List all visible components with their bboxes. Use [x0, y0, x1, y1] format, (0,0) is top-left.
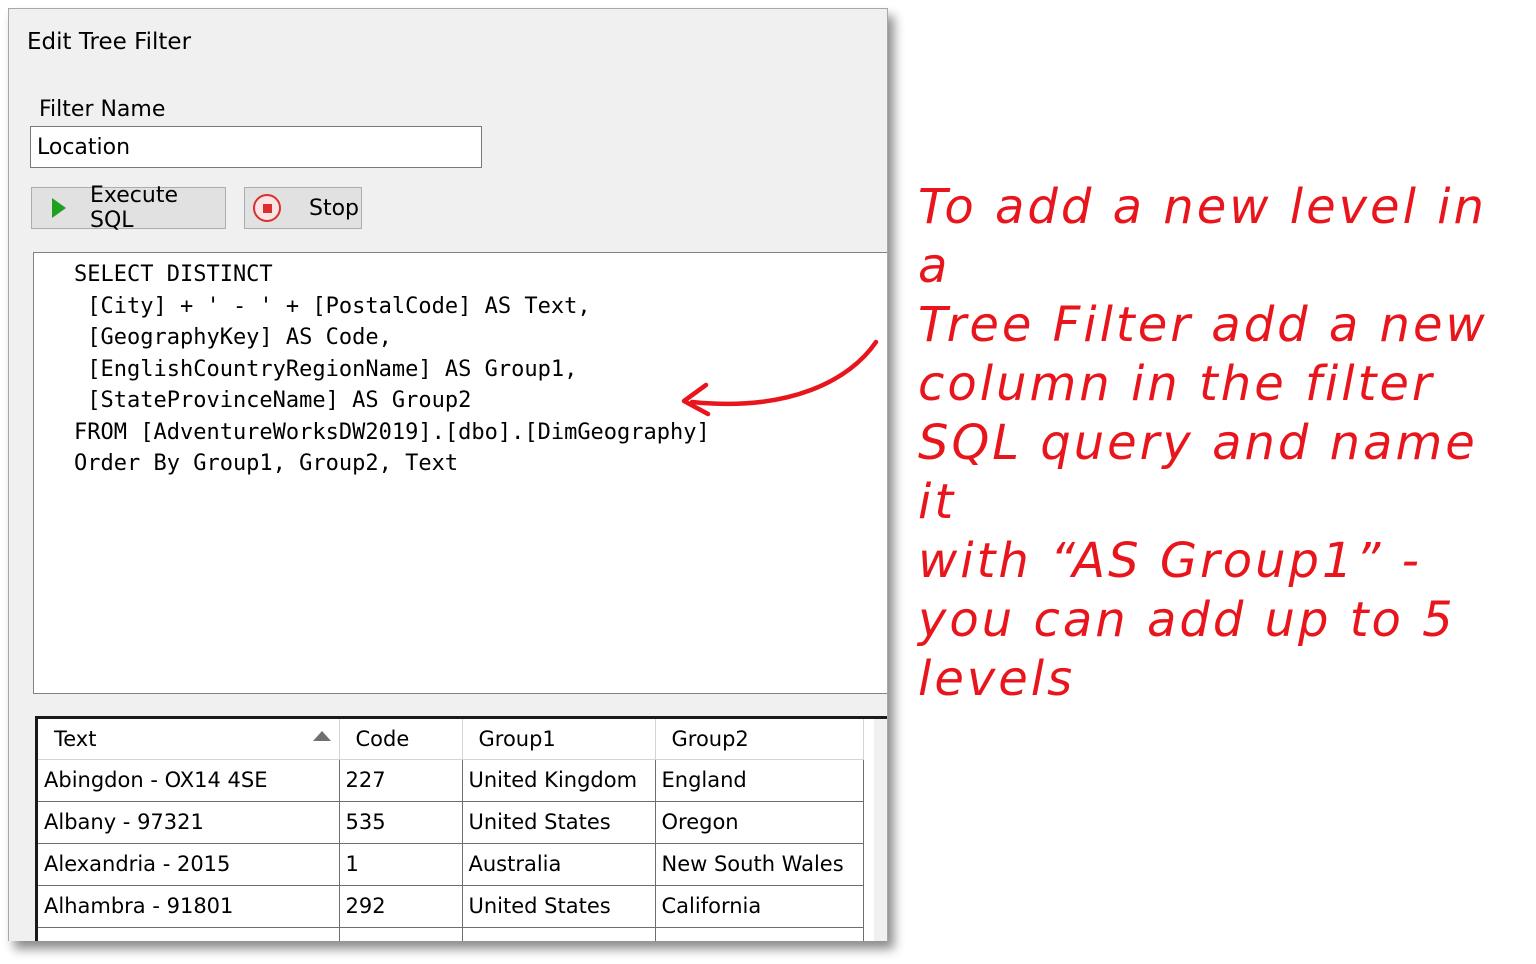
cell-code: 292 [339, 885, 463, 928]
annotation-text: To add a new level in a Tree Filter add a… [918, 178, 1530, 709]
cell-group2: California [655, 885, 864, 928]
sql-line: [City] + ' - ' + [PostalCode] AS Text, [74, 293, 591, 319]
cell-code [339, 927, 463, 941]
cell-group2 [655, 927, 864, 941]
annotation-line: SQL query and name it [918, 415, 1478, 530]
table-row[interactable]: Alhambra - 91801 292 United States Calif… [38, 885, 864, 928]
annotation-line: with “AS Group1” - [918, 533, 1422, 589]
cell-text [38, 927, 340, 941]
annotation-line: you can add up to 5 [918, 592, 1456, 648]
table-row[interactable]: Alexandria - 2015 1 Australia New South … [38, 843, 864, 886]
grid-scrollbar[interactable] [874, 719, 887, 941]
play-icon [52, 198, 66, 218]
cell-group1: United States [462, 801, 656, 844]
cell-group2: Oregon [655, 801, 864, 844]
annotation-line: Tree Filter add a new [918, 297, 1488, 353]
cell-text: Alhambra - 91801 [38, 885, 340, 928]
stop-button[interactable]: Stop [244, 187, 362, 229]
cell-group1 [462, 927, 656, 941]
filter-name-label: Filter Name [39, 97, 166, 122]
sql-editor[interactable]: SELECT DISTINCT [City] + ' - ' + [Postal… [33, 252, 887, 694]
cell-group2: New South Wales [655, 843, 864, 886]
cell-group1: United States [462, 885, 656, 928]
column-header-group2[interactable]: Group2 [655, 719, 864, 760]
cell-text: Alexandria - 2015 [38, 843, 340, 886]
annotation-line: levels [918, 651, 1076, 707]
sql-line: FROM [AdventureWorksDW2019].[dbo].[DimGe… [74, 419, 710, 445]
cell-code: 227 [339, 759, 463, 802]
stop-icon [253, 194, 281, 222]
cell-group1: Australia [462, 843, 656, 886]
cell-text: Albany - 97321 [38, 801, 340, 844]
table-row[interactable] [38, 927, 864, 941]
table-row[interactable]: Abingdon - OX14 4SE 227 United Kingdom E… [38, 759, 864, 802]
stop-label: Stop [309, 195, 360, 221]
execute-sql-button[interactable]: Execute SQL [31, 183, 226, 233]
sql-line: SELECT DISTINCT [74, 262, 273, 287]
dialog-title: Edit Tree Filter [27, 29, 192, 55]
column-header-code[interactable]: Code [339, 719, 463, 760]
cell-text: Abingdon - OX14 4SE [38, 759, 340, 802]
cell-code: 1 [339, 843, 463, 886]
cell-group2: England [655, 759, 864, 802]
execute-sql-label: Execute SQL [90, 183, 178, 233]
annotation-line: column in the filter [918, 356, 1435, 412]
annotation-arrow-icon [681, 339, 879, 417]
edit-tree-filter-dialog: Edit Tree Filter Filter Name Execute SQL… [8, 8, 888, 941]
cell-code: 535 [339, 801, 463, 844]
cell-group1: United Kingdom [462, 759, 656, 802]
annotation-line: To add a new level in a [918, 179, 1487, 294]
grid-header-row: Text Code Group1 Group2 [38, 719, 864, 760]
filter-name-input[interactable] [30, 126, 482, 168]
column-header-group1[interactable]: Group1 [462, 719, 656, 760]
sql-line: Order By Group1, Group2, Text [74, 451, 459, 476]
column-header-text[interactable]: Text [38, 719, 340, 760]
table-row[interactable]: Albany - 97321 535 United States Oregon [38, 801, 864, 844]
results-grid: Text Code Group1 Group2 Abingdon - OX14 … [35, 716, 887, 941]
sort-ascending-icon [312, 730, 331, 741]
